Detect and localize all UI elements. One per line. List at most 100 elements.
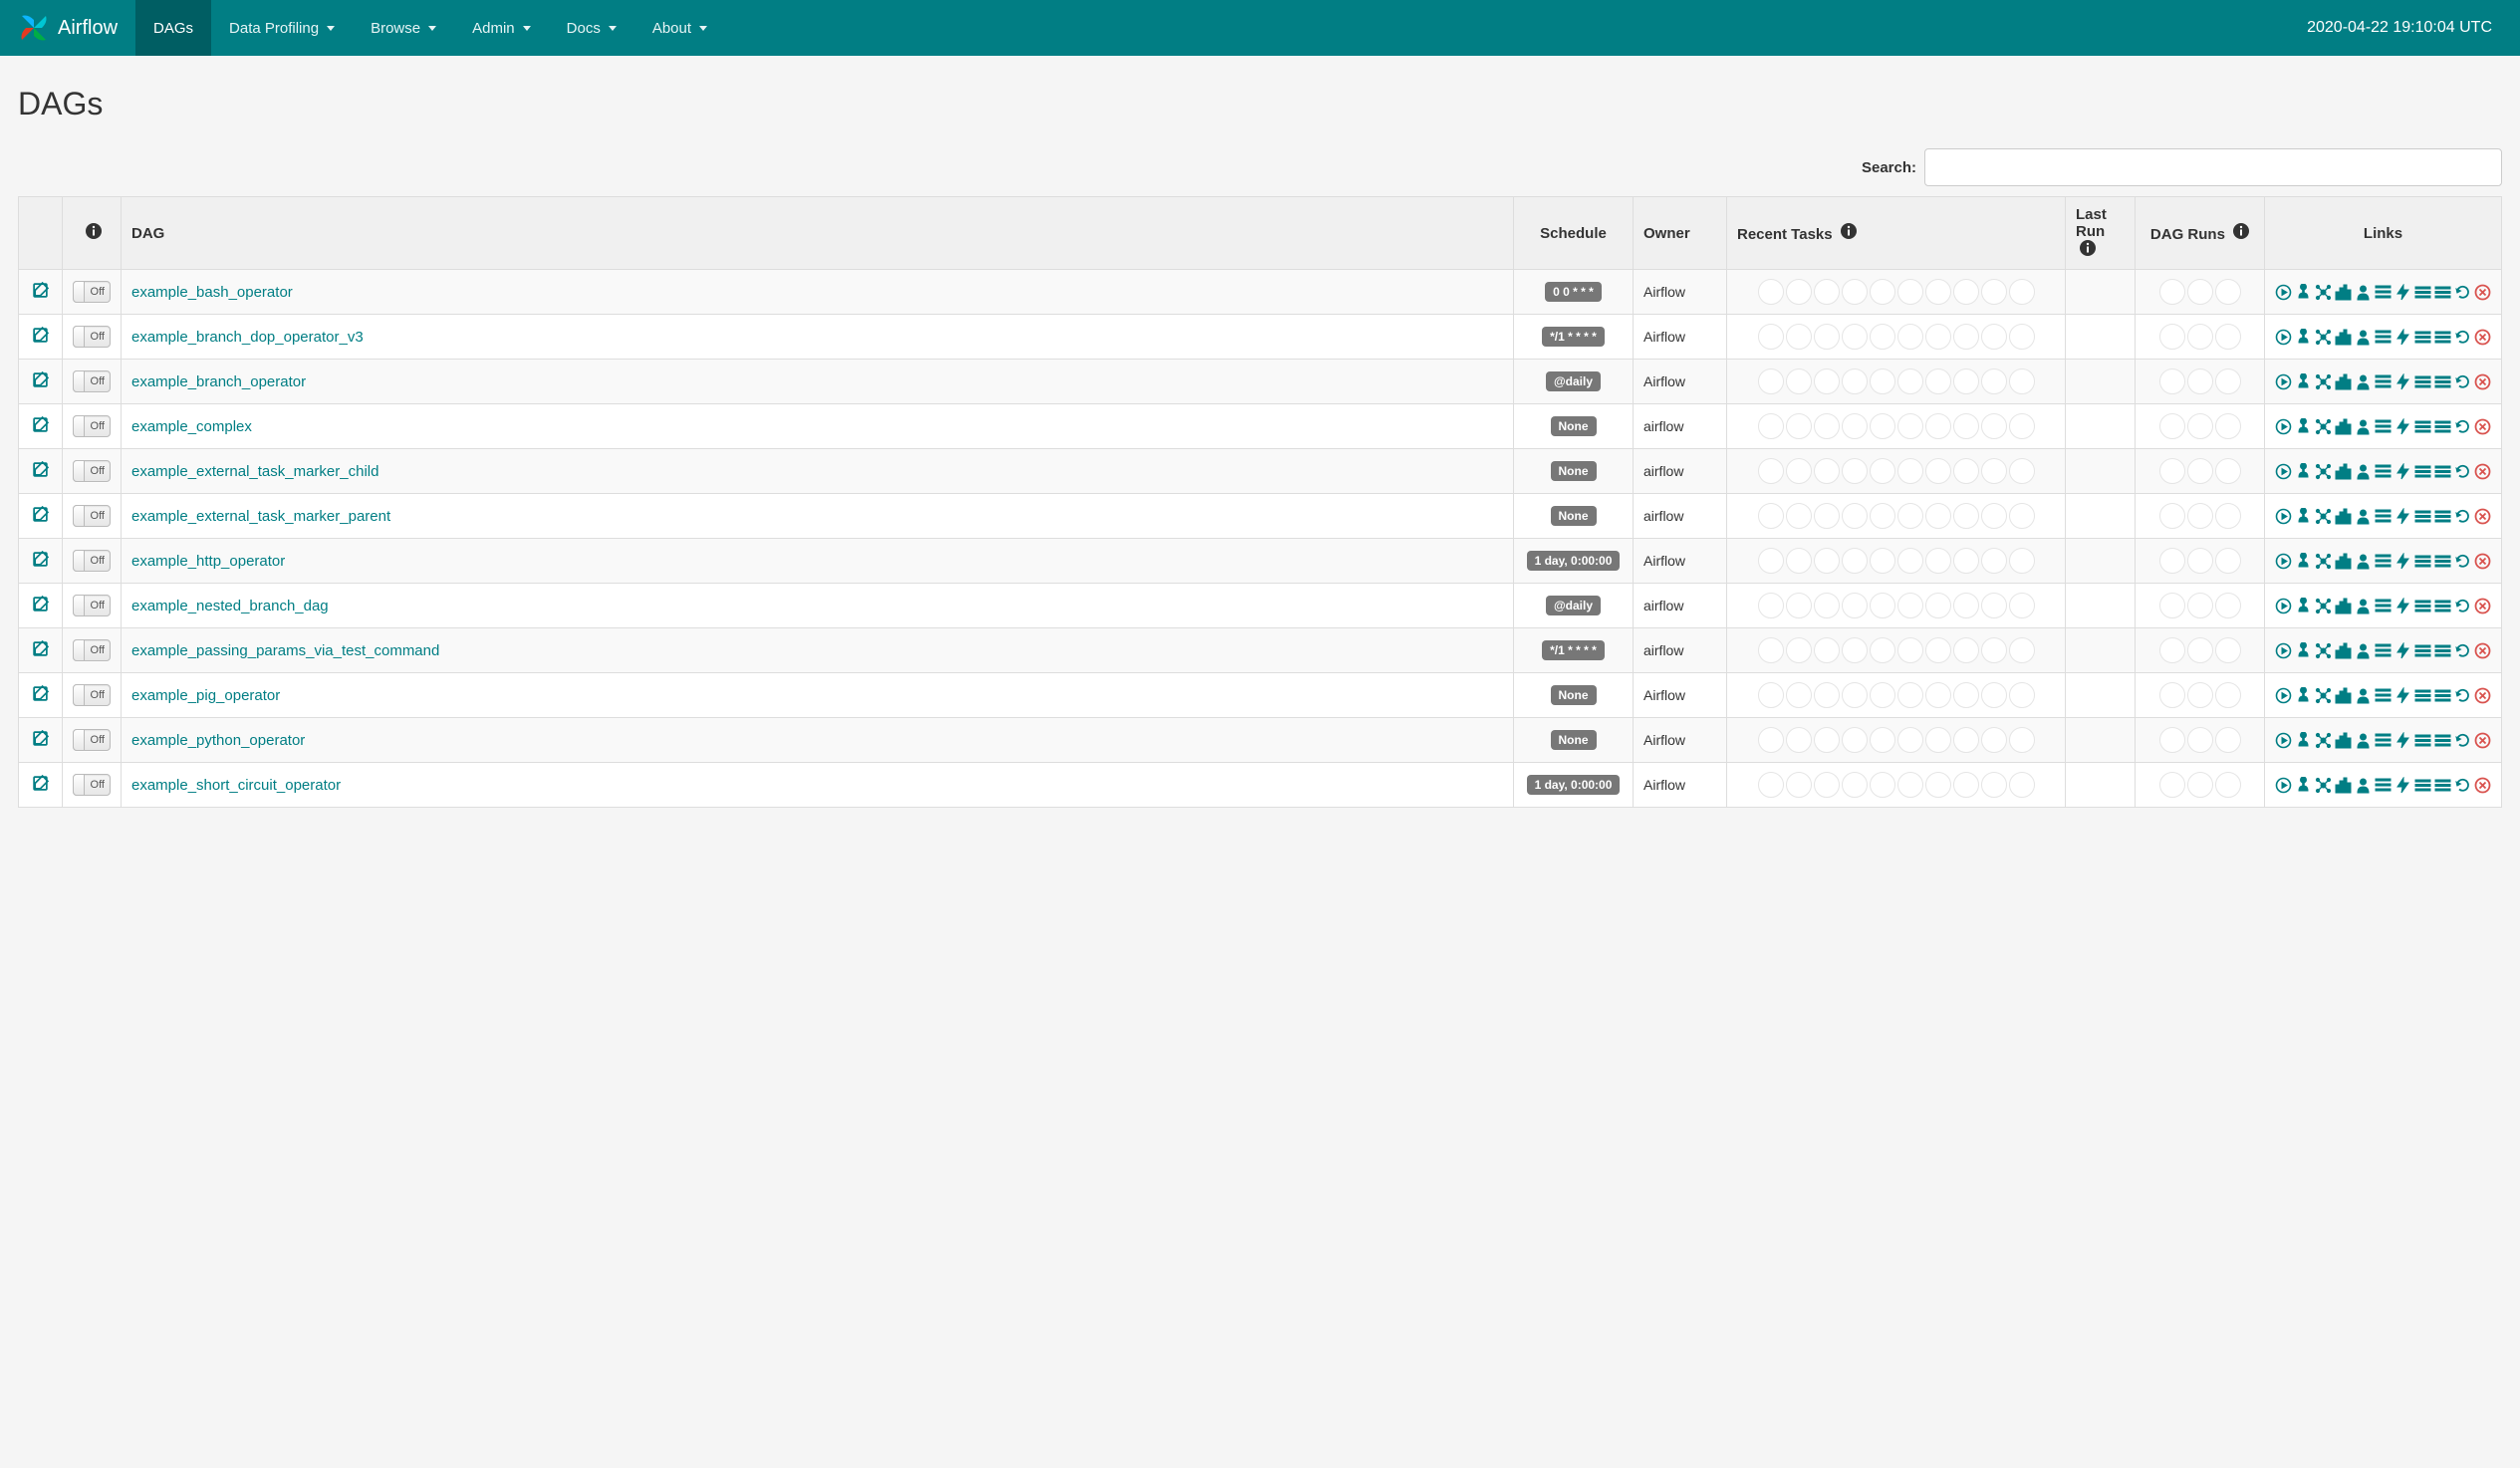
- task-status-circle[interactable]: [1758, 772, 1784, 798]
- task-status-circle[interactable]: [1953, 637, 1979, 663]
- logs-icon[interactable]: [2434, 463, 2451, 480]
- task-status-circle[interactable]: [1814, 413, 1840, 439]
- task-status-circle[interactable]: [1925, 279, 1951, 305]
- tree-icon[interactable]: [2295, 732, 2312, 749]
- info-icon[interactable]: [86, 223, 102, 239]
- logs-icon[interactable]: [2434, 418, 2451, 435]
- task-status-circle[interactable]: [1953, 727, 1979, 753]
- gantt-icon[interactable]: [2394, 642, 2411, 659]
- dag-run-circle[interactable]: [2187, 368, 2213, 394]
- task-status-circle[interactable]: [1814, 682, 1840, 708]
- dag-run-circle[interactable]: [2159, 548, 2185, 574]
- logs-icon[interactable]: [2434, 598, 2451, 614]
- task-status-circle[interactable]: [1758, 368, 1784, 394]
- dag-run-circle[interactable]: [2215, 458, 2241, 484]
- pause-toggle[interactable]: Off: [73, 595, 111, 616]
- code-icon[interactable]: [2414, 418, 2431, 435]
- tries-icon[interactable]: [2355, 553, 2372, 570]
- landing-icon[interactable]: [2375, 508, 2392, 525]
- nav-item-docs[interactable]: Docs: [549, 0, 634, 56]
- task-status-circle[interactable]: [1897, 279, 1923, 305]
- task-status-circle[interactable]: [1870, 727, 1895, 753]
- col-last-run-header[interactable]: Last Run: [2066, 197, 2136, 270]
- duration-icon[interactable]: [2335, 329, 2352, 346]
- dag-run-circle[interactable]: [2215, 682, 2241, 708]
- task-status-circle[interactable]: [1925, 503, 1951, 529]
- refresh-icon[interactable]: [2454, 463, 2471, 480]
- dag-link[interactable]: example_external_task_marker_child: [131, 463, 378, 480]
- code-icon[interactable]: [2414, 687, 2431, 704]
- nav-item-data-profiling[interactable]: Data Profiling: [211, 0, 353, 56]
- task-status-circle[interactable]: [1786, 772, 1812, 798]
- task-status-circle[interactable]: [1925, 324, 1951, 350]
- refresh-icon[interactable]: [2454, 508, 2471, 525]
- play-icon[interactable]: [2275, 777, 2292, 794]
- edit-icon[interactable]: [32, 465, 49, 481]
- dag-run-circle[interactable]: [2215, 772, 2241, 798]
- dag-run-circle[interactable]: [2187, 637, 2213, 663]
- schedule-badge[interactable]: None: [1551, 730, 1597, 750]
- dag-run-circle[interactable]: [2159, 279, 2185, 305]
- graph-icon[interactable]: [2315, 553, 2332, 570]
- task-status-circle[interactable]: [1981, 637, 2007, 663]
- nav-item-dags[interactable]: DAGs: [135, 0, 211, 56]
- task-status-circle[interactable]: [1897, 413, 1923, 439]
- graph-icon[interactable]: [2315, 598, 2332, 614]
- play-icon[interactable]: [2275, 373, 2292, 390]
- tree-icon[interactable]: [2295, 463, 2312, 480]
- task-status-circle[interactable]: [1842, 368, 1868, 394]
- dag-run-circle[interactable]: [2159, 637, 2185, 663]
- tree-icon[interactable]: [2295, 373, 2312, 390]
- delete-icon[interactable]: [2474, 598, 2491, 614]
- pause-toggle[interactable]: Off: [73, 550, 111, 572]
- gantt-icon[interactable]: [2394, 553, 2411, 570]
- task-status-circle[interactable]: [1870, 279, 1895, 305]
- logs-icon[interactable]: [2434, 508, 2451, 525]
- tries-icon[interactable]: [2355, 418, 2372, 435]
- task-status-circle[interactable]: [1897, 548, 1923, 574]
- pause-toggle[interactable]: Off: [73, 460, 111, 482]
- task-status-circle[interactable]: [1786, 548, 1812, 574]
- dag-run-circle[interactable]: [2215, 368, 2241, 394]
- task-status-circle[interactable]: [1814, 458, 1840, 484]
- tree-icon[interactable]: [2295, 418, 2312, 435]
- task-status-circle[interactable]: [2009, 548, 2035, 574]
- dag-run-circle[interactable]: [2159, 503, 2185, 529]
- edit-icon[interactable]: [32, 286, 49, 302]
- dag-run-circle[interactable]: [2187, 413, 2213, 439]
- code-icon[interactable]: [2414, 598, 2431, 614]
- task-status-circle[interactable]: [1953, 548, 1979, 574]
- landing-icon[interactable]: [2375, 732, 2392, 749]
- dag-run-circle[interactable]: [2159, 458, 2185, 484]
- play-icon[interactable]: [2275, 687, 2292, 704]
- gantt-icon[interactable]: [2394, 598, 2411, 614]
- duration-icon[interactable]: [2335, 418, 2352, 435]
- tree-icon[interactable]: [2295, 553, 2312, 570]
- task-status-circle[interactable]: [1953, 458, 1979, 484]
- edit-icon[interactable]: [32, 734, 49, 750]
- dag-run-circle[interactable]: [2159, 413, 2185, 439]
- task-status-circle[interactable]: [2009, 593, 2035, 618]
- task-status-circle[interactable]: [1925, 727, 1951, 753]
- dag-run-circle[interactable]: [2215, 593, 2241, 618]
- dag-run-circle[interactable]: [2187, 548, 2213, 574]
- refresh-icon[interactable]: [2454, 732, 2471, 749]
- dag-run-circle[interactable]: [2159, 593, 2185, 618]
- code-icon[interactable]: [2414, 732, 2431, 749]
- task-status-circle[interactable]: [1758, 637, 1784, 663]
- landing-icon[interactable]: [2375, 598, 2392, 614]
- schedule-badge[interactable]: */1 * * * *: [1542, 640, 1605, 660]
- task-status-circle[interactable]: [1814, 503, 1840, 529]
- tries-icon[interactable]: [2355, 642, 2372, 659]
- schedule-badge[interactable]: 1 day, 0:00:00: [1527, 775, 1621, 795]
- dag-link[interactable]: example_pig_operator: [131, 687, 280, 704]
- code-icon[interactable]: [2414, 508, 2431, 525]
- tree-icon[interactable]: [2295, 508, 2312, 525]
- task-status-circle[interactable]: [1897, 503, 1923, 529]
- tries-icon[interactable]: [2355, 329, 2372, 346]
- graph-icon[interactable]: [2315, 373, 2332, 390]
- task-status-circle[interactable]: [2009, 772, 2035, 798]
- task-status-circle[interactable]: [1814, 324, 1840, 350]
- task-status-circle[interactable]: [1842, 727, 1868, 753]
- logs-icon[interactable]: [2434, 732, 2451, 749]
